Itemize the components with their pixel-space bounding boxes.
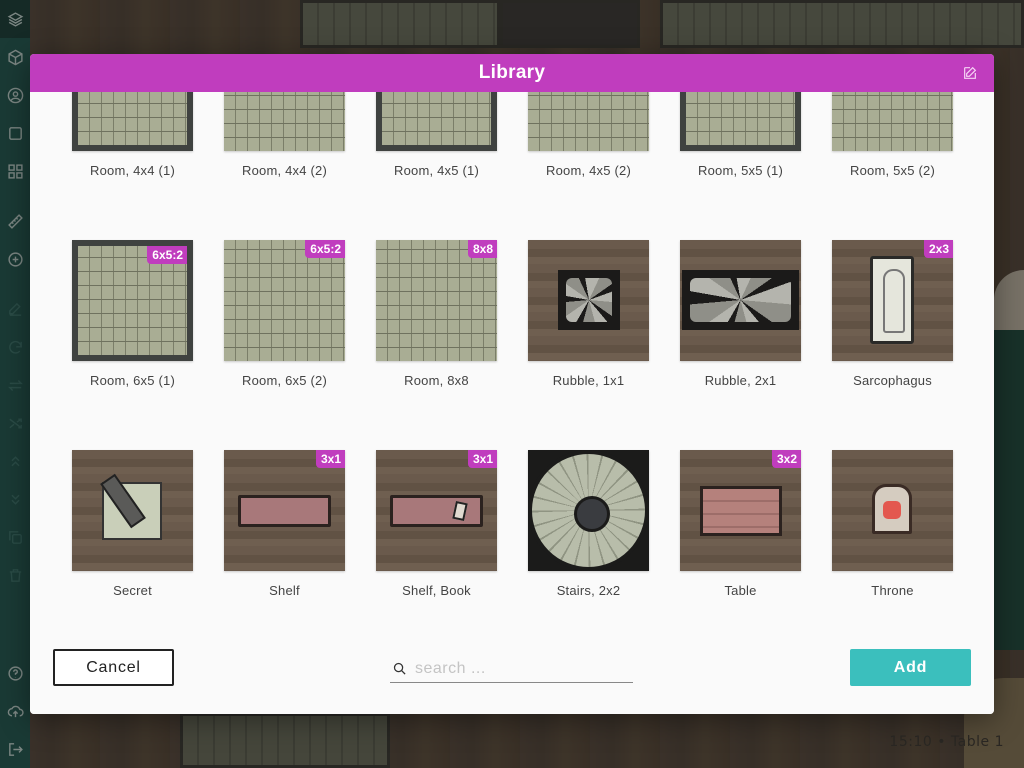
library-dialog: Library Room, 4x4 (1) Room, 4x4 (2) Room… [30, 54, 994, 714]
cancel-button[interactable]: Cancel [53, 649, 174, 686]
search-field[interactable] [390, 655, 633, 683]
library-item[interactable]: Room, 4x4 (1) [72, 92, 193, 178]
search-icon [393, 662, 406, 675]
add-button[interactable]: Add [850, 649, 971, 686]
throne-graphic [872, 484, 912, 534]
item-thumbnail[interactable]: 8x8 [376, 240, 497, 361]
library-item[interactable]: 3x1 Shelf, Book [376, 450, 497, 598]
item-caption: Room, 4x5 (1) [394, 163, 479, 178]
item-caption: Rubble, 2x1 [704, 373, 777, 388]
size-badge: 8x8 [467, 240, 497, 258]
library-item[interactable]: 6x5:2 Room, 6x5 (1) [72, 240, 193, 388]
size-badge: 3x1 [467, 450, 497, 468]
rubble-graphic [682, 270, 799, 330]
item-caption: Throne [871, 583, 914, 598]
size-badge: 3x2 [771, 450, 801, 468]
library-item[interactable]: Room, 5x5 (2) [832, 92, 953, 178]
dialog-title: Library [478, 62, 546, 83]
library-item[interactable]: 6x5:2 Room, 6x5 (2) [224, 240, 345, 388]
size-badge: 6x5:2 [147, 246, 187, 264]
item-thumbnail[interactable]: 3x2 [680, 450, 801, 571]
item-thumbnail[interactable]: 2x3 [832, 240, 953, 361]
size-badge: 6x5:2 [305, 240, 345, 258]
library-item[interactable]: Rubble, 2x1 [680, 240, 801, 388]
library-grid[interactable]: Room, 4x4 (1) Room, 4x4 (2) Room, 4x5 (1… [30, 92, 994, 632]
item-thumbnail[interactable] [680, 92, 801, 151]
item-thumbnail[interactable] [224, 92, 345, 151]
library-item[interactable]: Room, 4x5 (2) [528, 92, 649, 178]
library-item[interactable]: 3x1 Shelf [224, 450, 345, 598]
item-thumbnail[interactable] [832, 92, 953, 151]
library-item[interactable]: 8x8 Room, 8x8 [376, 240, 497, 388]
edit-icon[interactable] [962, 65, 978, 81]
item-thumbnail[interactable]: 6x5:2 [72, 240, 193, 361]
item-thumbnail[interactable]: 6x5:2 [224, 240, 345, 361]
library-item[interactable]: 2x3 Sarcophagus [832, 240, 953, 388]
item-caption: Room, 4x4 (1) [90, 163, 175, 178]
item-thumbnail[interactable] [376, 92, 497, 151]
item-thumbnail[interactable] [72, 92, 193, 151]
search-input[interactable] [415, 659, 615, 678]
item-caption: Room, 6x5 (1) [90, 373, 175, 388]
item-thumbnail[interactable] [72, 450, 193, 571]
sarcophagus-graphic [870, 256, 914, 344]
item-caption: Secret [113, 583, 152, 598]
rubble-graphic [558, 270, 620, 330]
item-thumbnail[interactable] [528, 240, 649, 361]
item-caption: Room, 8x8 [404, 373, 469, 388]
table-graphic [700, 486, 782, 536]
secret-graphic [102, 482, 162, 540]
library-item[interactable]: Throne [832, 450, 953, 598]
stairs-graphic [528, 450, 649, 571]
item-thumbnail[interactable] [832, 450, 953, 571]
library-item[interactable]: 3x2 Table [680, 450, 801, 598]
item-caption: Room, 4x5 (2) [546, 163, 631, 178]
dialog-footer: Cancel Add [30, 632, 994, 714]
item-caption: Table [724, 583, 757, 598]
library-item[interactable]: Stairs, 2x2 [528, 450, 649, 598]
item-caption: Room, 5x5 (2) [850, 163, 935, 178]
item-caption: Room, 4x4 (2) [242, 163, 327, 178]
shelf-graphic [390, 495, 483, 527]
dialog-header: Library [30, 54, 994, 92]
item-thumbnail[interactable]: 3x1 [376, 450, 497, 571]
library-item[interactable]: Room, 4x5 (1) [376, 92, 497, 178]
item-thumbnail[interactable] [528, 92, 649, 151]
item-thumbnail[interactable] [528, 450, 649, 571]
item-caption: Stairs, 2x2 [556, 583, 621, 598]
item-caption: Shelf, Book [402, 583, 471, 598]
shelf-graphic [238, 495, 331, 527]
item-caption: Shelf [269, 583, 300, 598]
size-badge: 3x1 [315, 450, 345, 468]
size-badge: 2x3 [923, 240, 953, 258]
item-caption: Room, 6x5 (2) [242, 373, 327, 388]
item-caption: Rubble, 1x1 [552, 373, 625, 388]
item-caption: Room, 5x5 (1) [698, 163, 783, 178]
item-thumbnail[interactable] [680, 240, 801, 361]
item-thumbnail[interactable]: 3x1 [224, 450, 345, 571]
library-item[interactable]: Room, 5x5 (1) [680, 92, 801, 178]
library-item[interactable]: Room, 4x4 (2) [224, 92, 345, 178]
item-caption: Sarcophagus [853, 373, 932, 388]
library-item[interactable]: Rubble, 1x1 [528, 240, 649, 388]
library-item[interactable]: Secret [72, 450, 193, 598]
